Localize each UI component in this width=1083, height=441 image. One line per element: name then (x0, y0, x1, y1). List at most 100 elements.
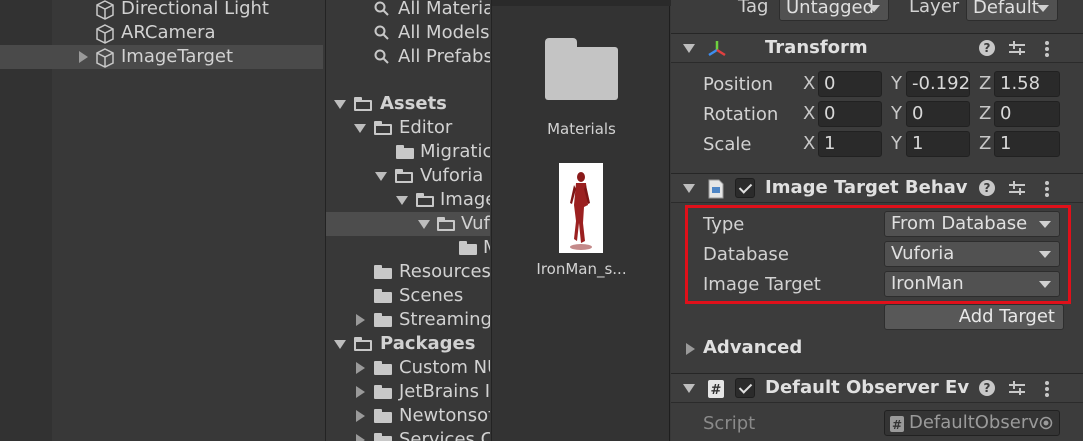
tree-item-newtonsoft[interactable]: Newtonsof (326, 404, 490, 428)
tag-dropdown[interactable]: Untagged (779, 0, 889, 21)
layer-value: Default (973, 0, 1039, 18)
tree-item-vuforia[interactable]: Vuforia (326, 164, 490, 188)
position-z-value: 1.58 (1000, 73, 1041, 94)
tree-item-label: Resources (399, 261, 490, 282)
expand-arrow-icon[interactable] (356, 362, 365, 374)
folder-icon (374, 409, 392, 423)
image-target-header[interactable]: Image Target Behavio ? (671, 173, 1083, 203)
collapse-arrow-icon[interactable] (683, 384, 695, 393)
scale-x-field[interactable]: 1 (818, 131, 882, 157)
kebab-menu-icon[interactable] (1045, 181, 1049, 197)
search-filter-label: All Prefabs (398, 46, 490, 67)
hierarchy-item-label: Directional Light (121, 0, 269, 19)
script-value: DefaultObserv (909, 412, 1039, 433)
help-icon[interactable]: ? (979, 40, 995, 56)
expand-arrow-icon[interactable] (356, 410, 365, 422)
folder-open-icon (416, 193, 434, 207)
image-thumbnail[interactable] (559, 163, 603, 253)
rotation-x-field[interactable]: 0 (818, 101, 882, 127)
search-icon (374, 25, 389, 40)
expand-arrow-icon[interactable] (686, 343, 695, 355)
advanced-foldout[interactable]: Advanced (671, 336, 1083, 362)
layer-dropdown[interactable]: Default (966, 0, 1058, 21)
search-filter-all-prefabs[interactable]: All Prefabs (326, 45, 490, 69)
gameobject-cube-icon (96, 24, 114, 44)
tree-item-label: Vuf (461, 213, 490, 234)
rotation-y-field[interactable]: 0 (906, 101, 970, 127)
tree-item-assets[interactable]: Assets (326, 92, 490, 116)
tree-item-migration[interactable]: Migratic (326, 140, 490, 164)
observer-header[interactable]: # Default Observer Ever ? (671, 373, 1083, 403)
position-y-field[interactable]: -0.192 (906, 71, 970, 97)
collapse-arrow-icon[interactable] (418, 220, 430, 229)
component-enabled-checkbox[interactable] (735, 178, 755, 198)
expand-arrow-icon[interactable] (79, 51, 88, 63)
tree-item-streaming[interactable]: Streaming. (326, 308, 490, 332)
kebab-menu-icon[interactable] (1045, 41, 1049, 57)
tree-item-label: M (483, 236, 490, 260)
tree-item-vuf[interactable]: Vuf (326, 212, 490, 236)
tree-item-scenes[interactable]: Scenes (326, 284, 490, 308)
help-icon[interactable]: ? (979, 180, 995, 196)
folder-open-icon (374, 121, 392, 135)
folder-icon (374, 289, 392, 303)
add-target-button[interactable]: Add Target (884, 304, 1064, 330)
position-z-field[interactable]: 1.58 (994, 71, 1060, 97)
help-icon[interactable]: ? (979, 380, 995, 396)
scale-x-value: 1 (824, 133, 836, 154)
component-enabled-checkbox[interactable] (735, 378, 755, 398)
rotation-label: Rotation (703, 104, 779, 125)
search-filter-all-models[interactable]: All Models (326, 21, 490, 45)
collapse-arrow-icon[interactable] (334, 340, 346, 349)
collapse-arrow-icon[interactable] (354, 124, 366, 133)
tree-item-label: Image (440, 189, 490, 210)
position-x-field[interactable]: 0 (818, 71, 882, 97)
folder-icon (459, 241, 477, 255)
axis-y-label: Y (891, 73, 902, 94)
hierarchy-item-directional-light[interactable]: Directional Light (0, 0, 323, 21)
tree-item-m[interactable]: M (326, 236, 490, 260)
image-target-title: Image Target Behavio (765, 177, 969, 198)
rotation-z-field[interactable]: 0 (994, 101, 1060, 127)
tree-item-packages[interactable]: Packages (326, 332, 490, 356)
csharp-script-icon: # (890, 416, 904, 432)
presets-icon[interactable] (1009, 181, 1025, 195)
script-object-field[interactable]: # DefaultObserv (884, 410, 1060, 436)
tree-item-image[interactable]: Image (326, 188, 490, 212)
tag-value: Untagged (786, 0, 875, 18)
script-label: Script (703, 413, 756, 434)
collapse-arrow-icon[interactable] (683, 184, 695, 193)
search-icon (374, 1, 389, 16)
expand-arrow-icon[interactable] (356, 314, 365, 326)
hierarchy-item-arcamera[interactable]: ARCamera (0, 21, 323, 45)
folder-open-icon (354, 337, 372, 351)
collapse-arrow-icon[interactable] (334, 100, 346, 109)
advanced-label: Advanced (703, 337, 803, 358)
ironman-figure-icon (570, 172, 592, 250)
collapse-arrow-icon[interactable] (375, 172, 387, 181)
tree-item-label: JetBrains I (399, 381, 490, 402)
tree-item-jetbrains[interactable]: JetBrains I (326, 380, 490, 404)
folder-icon[interactable] (545, 38, 618, 100)
transform-header[interactable]: Transform ? (671, 33, 1083, 63)
tree-item-resources[interactable]: Resources (326, 260, 490, 284)
tree-item-services[interactable]: Services C (326, 428, 490, 441)
scale-z-field[interactable]: 1 (994, 131, 1060, 157)
folder-icon (374, 385, 392, 399)
expand-arrow-icon[interactable] (356, 434, 365, 441)
search-filter-all-materials[interactable]: All Materia (326, 0, 490, 21)
presets-icon[interactable] (1009, 381, 1025, 395)
collapse-arrow-icon[interactable] (683, 44, 695, 53)
collapse-arrow-icon[interactable] (396, 196, 408, 205)
presets-icon[interactable] (1009, 41, 1025, 55)
hierarchy-item-imagetarget[interactable]: ImageTarget (0, 45, 323, 69)
position-y-value: -0.192 (912, 73, 970, 94)
kebab-menu-icon[interactable] (1045, 381, 1049, 397)
scale-y-field[interactable]: 1 (906, 131, 970, 157)
tree-item-label: Assets (380, 93, 447, 114)
tree-item-custom-nuget[interactable]: Custom NU (326, 356, 490, 380)
tree-item-editor[interactable]: Editor (326, 116, 490, 140)
expand-arrow-icon[interactable] (356, 386, 365, 398)
folder-icon (374, 361, 392, 375)
object-picker-icon[interactable] (1039, 416, 1053, 430)
